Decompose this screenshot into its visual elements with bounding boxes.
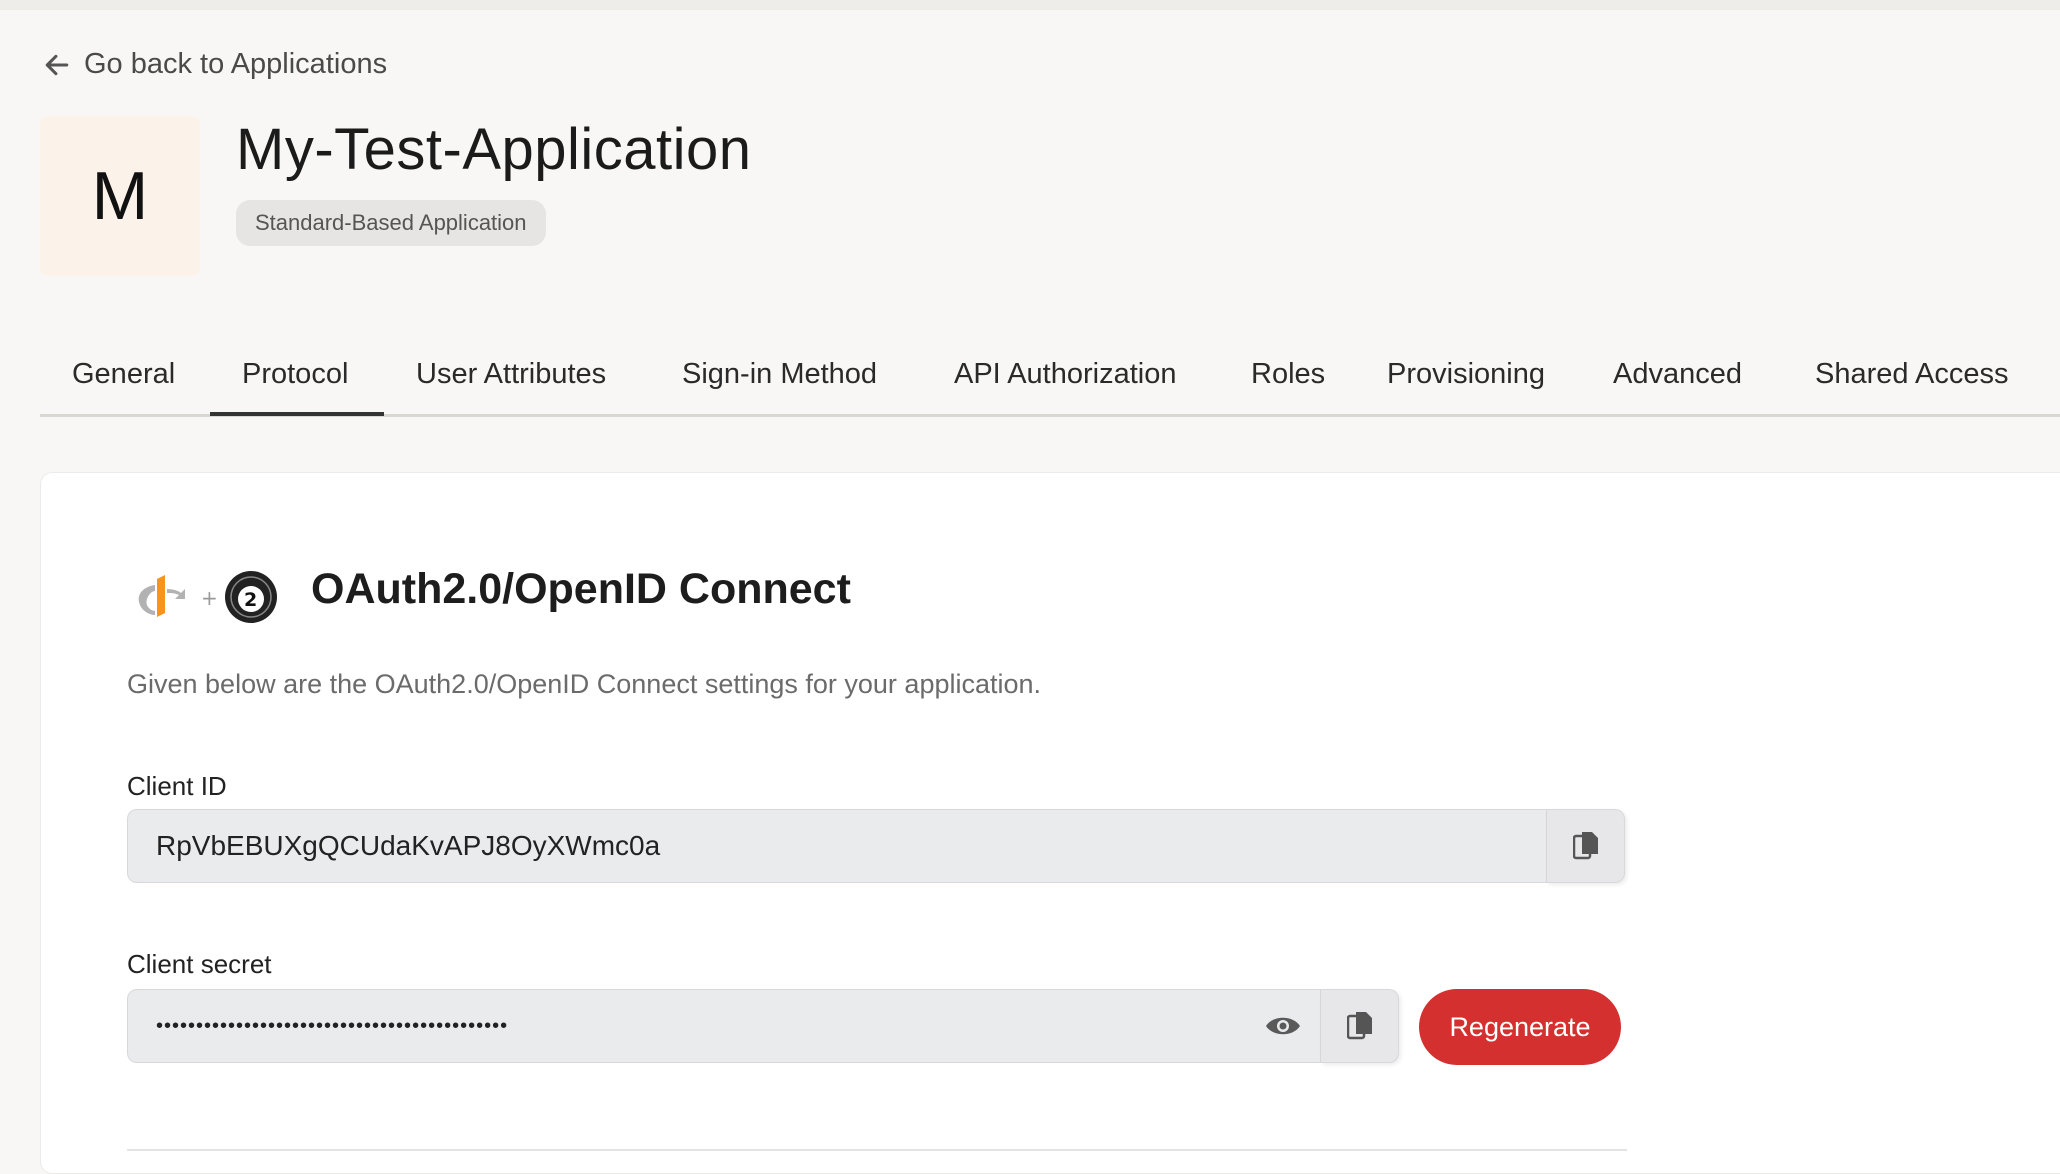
app-avatar: M bbox=[40, 116, 200, 276]
tab-sign-in-method[interactable]: Sign-in Method bbox=[682, 358, 877, 391]
tab-roles[interactable]: Roles bbox=[1251, 358, 1325, 391]
tab-protocol[interactable]: Protocol bbox=[242, 358, 348, 391]
app-type-label: Standard-Based Application bbox=[255, 210, 527, 235]
active-tab-indicator bbox=[210, 412, 384, 416]
top-strip bbox=[0, 0, 2060, 10]
copy-icon bbox=[1572, 832, 1598, 860]
copy-client-secret-button[interactable] bbox=[1321, 989, 1399, 1063]
regenerate-secret-button[interactable]: Regenerate bbox=[1419, 989, 1621, 1065]
back-to-applications-link[interactable]: Go back to Applications bbox=[44, 48, 387, 81]
protocol-card: + 2 OAuth2.0/OpenID Connect Given below … bbox=[40, 472, 2060, 1174]
arrow-left-icon bbox=[45, 54, 69, 75]
client-id-field[interactable]: RpVbEBUXgQCUdaKvAPJ8OyXWmc0a bbox=[127, 809, 1547, 883]
copy-client-id-button[interactable] bbox=[1547, 809, 1625, 883]
tab-user-attributes[interactable]: User Attributes bbox=[416, 358, 606, 391]
tab-provisioning[interactable]: Provisioning bbox=[1387, 358, 1545, 391]
app-title: My-Test-Application bbox=[236, 117, 752, 182]
settings-tabs: General Protocol User Attributes Sign-in… bbox=[40, 340, 2060, 417]
client-secret-field[interactable]: ••••••••••••••••••••••••••••••••••••••••… bbox=[127, 989, 1321, 1063]
section-divider bbox=[127, 1149, 1627, 1151]
tab-shared-access[interactable]: Shared Access bbox=[1815, 358, 2008, 391]
copy-icon bbox=[1346, 1012, 1372, 1040]
client-id-label: Client ID bbox=[127, 771, 227, 801]
tab-advanced[interactable]: Advanced bbox=[1613, 358, 1742, 391]
back-link-label: Go back to Applications bbox=[84, 48, 388, 80]
app-type-badge: Standard-Based Application bbox=[236, 200, 546, 246]
tab-general[interactable]: General bbox=[72, 358, 175, 391]
eye-icon[interactable] bbox=[1265, 1014, 1301, 1038]
protocol-title: OAuth2.0/OpenID Connect bbox=[311, 565, 851, 613]
tab-api-authorization[interactable]: API Authorization bbox=[954, 358, 1176, 391]
app-avatar-initial: M bbox=[91, 158, 149, 234]
protocol-description: Given below are the OAuth2.0/OpenID Conn… bbox=[127, 669, 1042, 699]
client-secret-label: Client secret bbox=[127, 949, 272, 979]
svg-text:2: 2 bbox=[244, 589, 257, 611]
svg-text:+: + bbox=[201, 586, 218, 610]
openid-oauth2-logo-icon: + 2 bbox=[138, 571, 277, 623]
